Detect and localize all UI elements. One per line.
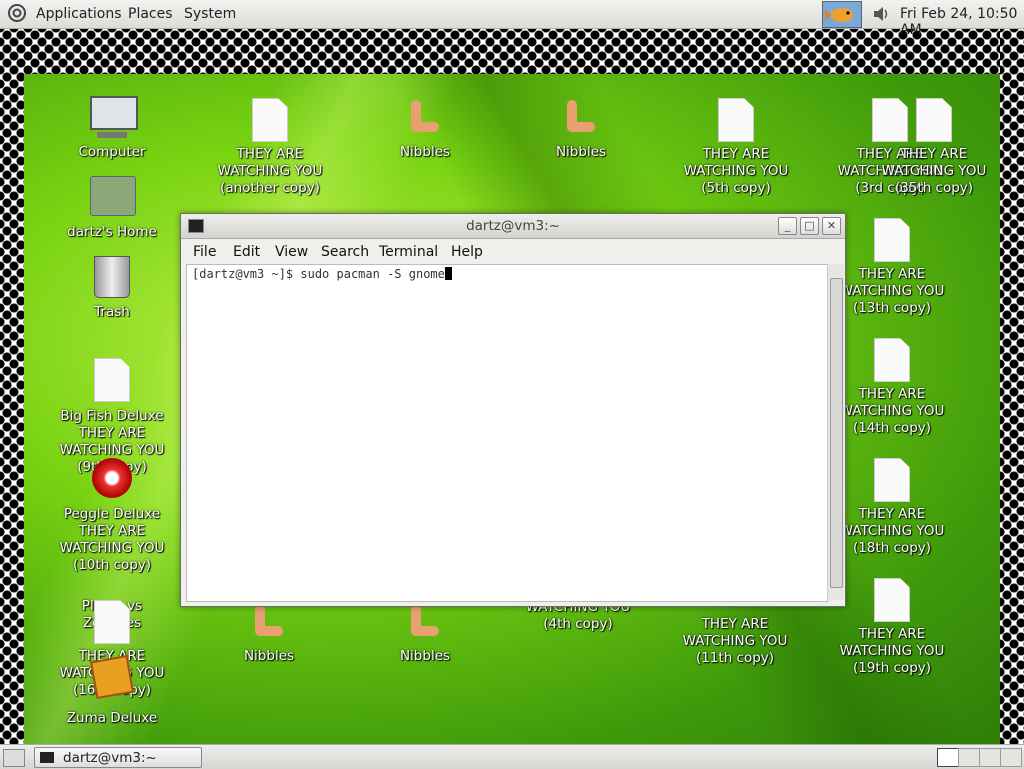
desktop-icon-label: Nibbles [243,648,295,664]
desktop-icon-label: THEY ARE WATCHING YOU (18th copy) [839,506,945,556]
menu-file[interactable]: File [193,244,216,260]
desktop-icon-document[interactable]: THEY ARE WATCHING YOU (35th copy) [874,98,994,197]
desktop-icon-document[interactable]: THEY ARE WATCHING YOU (19th copy) [832,578,952,677]
places-menu[interactable]: Places [128,6,173,22]
document-icon [94,600,130,644]
desktop-icon-nibbles[interactable]: Nibbles [521,98,641,161]
show-desktop-icon[interactable] [3,749,25,767]
desktop-icon-label: Nibbles [399,144,451,160]
desktop-icon-label: THEY ARE WATCHING YOU (another copy) [217,146,323,196]
taskbar-window-label: dartz@vm3:~ [63,750,157,766]
desktop-icon-zuma[interactable]: Zuma Deluxe [52,654,172,727]
nibbles-worm-icon [251,602,287,644]
vertical-scrollbar[interactable] [827,264,844,600]
text-cursor [444,267,452,280]
minimize-button[interactable]: _ [778,217,797,235]
game-icon [89,654,135,702]
menu-terminal[interactable]: Terminal [379,244,438,260]
trash-icon [92,256,132,300]
window-titlebar[interactable]: dartz@vm3:~ _ □ ✕ [181,214,845,239]
wallpaper-border-pattern [0,28,24,744]
document-icon [252,98,288,142]
desktop-icon-computer[interactable]: Computer [52,96,172,161]
fish-applet-icon[interactable] [822,1,862,28]
menu-edit[interactable]: Edit [233,244,260,260]
desktop-icon-document[interactable]: THEY ARE WATCHING YOU (14th copy) [832,338,952,437]
desktop-icon-label: THEY ARE WATCHING YOU (10th copy) [59,523,165,573]
window-title: dartz@vm3:~ [466,218,560,234]
document-icon [874,338,910,382]
terminal-command-text: [dartz@vm3 ~]$ sudo pacman -S gnome [192,267,445,281]
distro-logo-icon[interactable] [8,4,26,22]
desktop-icon-home[interactable]: dartz's Home [52,176,172,241]
home-folder-icon [90,176,136,220]
terminal-window[interactable]: dartz@vm3:~ _ □ ✕ File Edit View Search … [180,213,846,607]
volume-icon[interactable] [872,5,892,23]
document-icon [94,358,130,402]
desktop-icon-label: Peggle Deluxe [63,506,161,522]
desktop-icon-trash[interactable]: Trash [52,256,172,321]
clock[interactable]: Fri Feb 24, 10:50 AM [900,6,1024,38]
desktop-icon-document[interactable]: THEY ARE WATCHING YOU (18th copy) [832,458,952,557]
wallpaper-border-pattern [0,28,1024,74]
workspace-1[interactable] [937,748,959,767]
workspace-3[interactable] [979,748,1001,767]
document-icon [874,578,910,622]
desktop-icon-label: Nibbles [555,144,607,160]
terminal-icon [40,752,54,763]
desktop-icon-nibbles[interactable]: Nibbles [365,98,485,161]
nibbles-worm-icon [407,602,443,644]
desktop-icon-label: Trash [94,304,130,320]
desktop-icon-label: Nibbles [399,648,451,664]
system-menu[interactable]: System [184,6,236,22]
close-button[interactable]: ✕ [822,217,841,235]
workspace-4[interactable] [1000,748,1022,767]
terminal-text-area[interactable]: [dartz@vm3 ~]$ sudo pacman -S gnome [186,264,828,602]
menu-help[interactable]: Help [451,244,483,260]
desktop-icon-label: THEY ARE WATCHING YOU (35th copy) [881,146,987,196]
wallpaper-border-pattern [1000,28,1024,744]
nibbles-worm-icon [407,98,443,140]
desktop-icon-label: THEY ARE WATCHING YOU (13th copy) [839,266,945,316]
desktop-icon-nibbles[interactable]: Nibbles [365,602,485,665]
terminal-menubar: File Edit View Search Terminal Help [181,239,845,263]
scrollbar-thumb[interactable] [830,278,843,588]
applications-menu[interactable]: Applications [36,6,122,22]
game-icon [92,458,132,502]
desktop-icon-label: THEY ARE WATCHING YOU (11th copy) [682,616,788,666]
document-icon [916,98,952,142]
nibbles-worm-icon [563,98,599,140]
menu-view[interactable]: View [275,244,308,260]
menu-search[interactable]: Search [321,244,369,260]
document-icon [874,218,910,262]
desktop-icon-nibbles[interactable]: Nibbles [209,602,329,665]
desktop-icon-label: Big Fish Deluxe [60,408,164,424]
workspace-2[interactable] [958,748,980,767]
desktop-icon-label: Computer [78,144,146,160]
desktop-icon-peggle[interactable]: Peggle Deluxe THEY ARE WATCHING YOU (10t… [52,458,172,574]
desktop-icon-document[interactable]: THEY ARE WATCHING YOU (13th copy) [832,218,952,317]
computer-icon [90,96,138,140]
taskbar-window-button[interactable]: dartz@vm3:~ [34,747,202,768]
document-icon [718,98,754,142]
desktop-icon-label: dartz's Home [67,224,157,240]
desktop-icon-label: THEY ARE WATCHING YOU (5th copy) [683,146,789,196]
desktop-icon-label: THEY ARE WATCHING YOU (19th copy) [839,626,945,676]
desktop-icon-label: Zuma Deluxe [66,710,158,726]
desktop-icon-document[interactable]: THEY ARE WATCHING YOU (another copy) [210,98,330,197]
maximize-button[interactable]: □ [800,217,819,235]
desktop-icon-document[interactable]: THEY ARE WATCHING YOU (11th copy) [675,612,795,667]
bottom-panel: dartz@vm3:~ [0,744,1024,769]
desktop-icon-label: THEY ARE WATCHING YOU (14th copy) [839,386,945,436]
top-panel: Applications Places System Fri Feb 24, 1… [0,0,1024,38]
document-icon [874,458,910,502]
terminal-prompt-line: [dartz@vm3 ~]$ sudo pacman -S gnome [192,267,452,281]
desktop-icon-document[interactable]: THEY ARE WATCHING YOU (5th copy) [676,98,796,197]
